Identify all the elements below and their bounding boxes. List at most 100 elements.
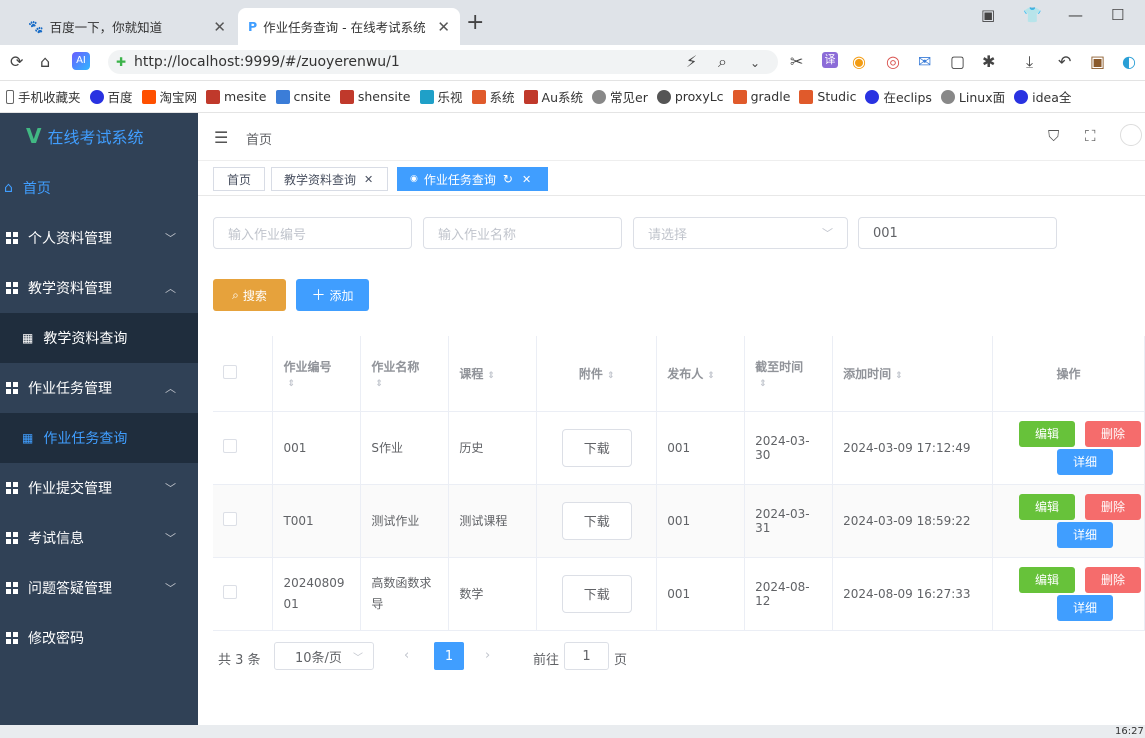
- browser-tab-active[interactable]: P 作业任务查询 - 在线考试系统 ✕: [238, 8, 460, 45]
- app-logo[interactable]: V 在线考试系统: [26, 124, 144, 148]
- tag-homework-query[interactable]: ◉ 作业任务查询 ↻ ✕: [397, 167, 548, 191]
- weibo-icon[interactable]: ◎: [886, 52, 900, 71]
- refresh-icon[interactable]: ↻: [503, 172, 513, 186]
- page-number-active[interactable]: 1: [434, 642, 464, 670]
- close-tab-icon[interactable]: ✕: [213, 18, 226, 36]
- download-button[interactable]: 下载: [561, 574, 632, 613]
- bookmark-item[interactable]: 百度: [89, 87, 133, 106]
- bookmark-item[interactable]: mesite: [206, 89, 267, 104]
- bookmark-item[interactable]: 淘宝网: [141, 87, 197, 106]
- header-added[interactable]: 添加时间 ⇕: [832, 336, 993, 412]
- close-tab-icon[interactable]: ✕: [437, 18, 450, 36]
- bookmark-item[interactable]: 常见er: [592, 87, 648, 106]
- mail-icon[interactable]: ✉: [918, 52, 931, 71]
- prev-page-button[interactable]: ‹: [404, 648, 409, 663]
- sort-icon[interactable]: ⇕: [487, 371, 495, 381]
- sidebar-item-profile[interactable]: 个人资料管理 ﹀: [0, 213, 198, 263]
- bookmark-item[interactable]: idea全: [1014, 87, 1071, 106]
- sort-icon[interactable]: ⇕: [707, 371, 715, 381]
- hamburger-icon[interactable]: ☰: [214, 128, 228, 147]
- edit-button[interactable]: 编辑: [1018, 420, 1075, 447]
- sidebar-item-homework-query[interactable]: ▦ 作业任务查询: [0, 413, 198, 463]
- detail-button[interactable]: 详细: [1056, 448, 1113, 475]
- bookmark-item[interactable]: proxyLc: [656, 89, 724, 104]
- bookmark-item[interactable]: 手机收藏夹: [6, 87, 81, 106]
- search-button[interactable]: ⌕ 搜索: [213, 279, 286, 311]
- scissors-icon[interactable]: ✂: [790, 52, 803, 71]
- edge-icon[interactable]: ◐: [1122, 52, 1136, 71]
- bookmark-item[interactable]: Linux面: [940, 87, 1005, 106]
- sidebar-item-submission[interactable]: 作业提交管理 ﹀: [0, 463, 198, 513]
- delete-button[interactable]: 删除: [1084, 420, 1141, 447]
- game-icon[interactable]: ◉: [852, 52, 866, 71]
- homework-number-input[interactable]: 输入作业编号: [213, 217, 412, 249]
- close-icon[interactable]: ✕: [364, 173, 373, 186]
- download-button[interactable]: 下载: [561, 428, 632, 467]
- tab-count-icon[interactable]: ▣: [981, 6, 995, 24]
- bookmark-item[interactable]: gradle: [732, 89, 790, 104]
- row-checkbox[interactable]: [223, 439, 237, 453]
- header-publisher[interactable]: 发布人 ⇕: [656, 336, 746, 412]
- shirt-icon[interactable]: 👕: [1023, 6, 1042, 24]
- sort-icon[interactable]: ⇕: [759, 379, 767, 389]
- bookmark-item[interactable]: 在eclips: [865, 87, 932, 106]
- tag-teaching-query[interactable]: 教学资料查询 ✕: [271, 167, 388, 191]
- undo-icon[interactable]: ↶: [1058, 52, 1071, 71]
- wallet-icon[interactable]: ▣: [1090, 52, 1105, 71]
- course-select[interactable]: 请选择 ﹀: [633, 217, 848, 249]
- fullscreen-icon[interactable]: ⛶: [1085, 127, 1096, 145]
- sidebar-item-exam[interactable]: 考试信息 ﹀: [0, 513, 198, 563]
- download-button[interactable]: 下载: [561, 501, 632, 540]
- row-checkbox[interactable]: [223, 585, 237, 599]
- bookmark-item[interactable]: Studic: [799, 89, 856, 104]
- bookmark-item[interactable]: shensite: [339, 89, 411, 104]
- edit-button[interactable]: 编辑: [1018, 566, 1075, 593]
- delete-button[interactable]: 删除: [1084, 566, 1141, 593]
- browser-tab-baidu[interactable]: 🐾 百度一下，你就知道 ✕: [18, 8, 236, 45]
- maximize-button[interactable]: ☐: [1111, 6, 1124, 24]
- download-icon[interactable]: ⤓: [1026, 52, 1033, 72]
- close-icon[interactable]: ✕: [522, 173, 531, 186]
- chevron-down-icon[interactable]: ⌄: [750, 56, 760, 70]
- header-name[interactable]: 作业名称 ⇕: [360, 336, 450, 412]
- theme-icon[interactable]: ⛉: [1048, 127, 1059, 145]
- header-code[interactable]: 作业编号 ⇕: [272, 336, 362, 412]
- reader-icon[interactable]: ▢: [950, 52, 965, 71]
- lightning-icon[interactable]: ⚡: [686, 52, 697, 71]
- refresh-icon[interactable]: ⟳: [10, 52, 23, 71]
- page-size-select[interactable]: 10条/页 ﹀: [274, 642, 374, 670]
- publisher-input[interactable]: 001: [858, 217, 1057, 249]
- sidebar-item-teaching-query[interactable]: ▦ 教学资料查询: [0, 313, 198, 363]
- sidebar-item-password[interactable]: 修改密码: [0, 613, 198, 663]
- row-checkbox[interactable]: [223, 512, 237, 526]
- detail-button[interactable]: 详细: [1056, 521, 1113, 548]
- bookmark-item[interactable]: 系统: [471, 87, 515, 106]
- sidebar-item-teaching[interactable]: 教学资料管理 ︿: [0, 263, 198, 313]
- new-tab-button[interactable]: +: [466, 10, 484, 35]
- tag-home[interactable]: 首页: [213, 167, 265, 191]
- goto-page-input[interactable]: 1: [564, 642, 609, 670]
- extensions-icon[interactable]: ✱: [982, 52, 995, 71]
- minimize-button[interactable]: —: [1068, 6, 1083, 24]
- sort-icon[interactable]: ⇕: [287, 379, 295, 389]
- add-button[interactable]: ＋添加: [296, 279, 369, 311]
- sort-icon[interactable]: ⇕: [607, 371, 615, 381]
- select-all-checkbox[interactable]: [223, 364, 237, 379]
- sidebar-item-qa[interactable]: 问题答疑管理 ﹀: [0, 563, 198, 613]
- edit-button[interactable]: 编辑: [1018, 493, 1075, 520]
- header-file[interactable]: 附件 ⇕: [536, 336, 658, 412]
- bookmark-item[interactable]: Au系统: [523, 87, 583, 106]
- bookmark-item[interactable]: cnsite: [275, 89, 331, 104]
- sort-icon[interactable]: ⇕: [895, 371, 903, 381]
- sort-icon[interactable]: ⇕: [375, 379, 383, 389]
- homework-name-input[interactable]: 输入作业名称: [423, 217, 622, 249]
- sidebar-item-home[interactable]: ⌂ 首页: [0, 163, 198, 213]
- avatar[interactable]: [1120, 124, 1142, 146]
- next-page-button[interactable]: ›: [485, 648, 490, 663]
- home-icon[interactable]: ⌂: [40, 52, 50, 71]
- bookmark-item[interactable]: 乐视: [419, 87, 463, 106]
- ai-icon[interactable]: AI: [72, 52, 90, 70]
- search-engine-icon[interactable]: ⌕: [718, 52, 727, 72]
- delete-button[interactable]: 删除: [1084, 493, 1141, 520]
- header-deadline[interactable]: 截至时间 ⇕: [744, 336, 834, 412]
